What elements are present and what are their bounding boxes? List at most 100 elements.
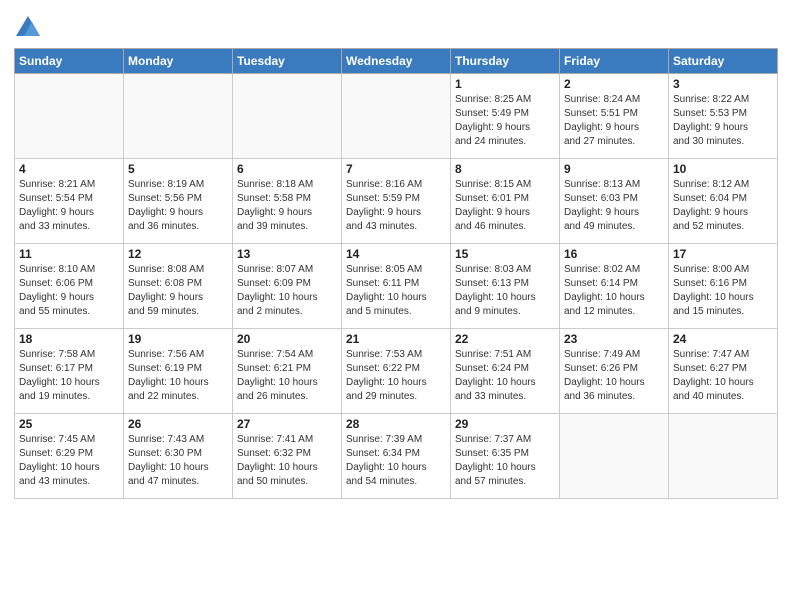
day-number: 11 xyxy=(19,247,119,261)
calendar-week-row: 18 Sunrise: 7:58 AM Sunset: 6:17 PM Dayli… xyxy=(15,329,778,414)
day-number: 14 xyxy=(346,247,446,261)
calendar-cell: 25 Sunrise: 7:45 AM Sunset: 6:29 PM Dayli… xyxy=(15,414,124,499)
calendar-cell: 23Sunrise: 7:49 AM Sunset: 6:26 PM Dayli… xyxy=(560,329,669,414)
calendar-cell: 28 Sunrise: 7:39 AM Sunset: 6:34 PM Dayli… xyxy=(342,414,451,499)
calendar-cell: 11 Sunrise: 8:10 AM Sunset: 6:06 PM Dayli… xyxy=(15,244,124,329)
day-header-sunday: Sunday xyxy=(15,49,124,74)
calendar-cell: 12 Sunrise: 8:08 AM Sunset: 6:08 PM Dayli… xyxy=(124,244,233,329)
cell-info: Sunrise: 8:15 AM Sunset: 6:01 PM Dayligh… xyxy=(455,178,555,234)
logo xyxy=(14,14,46,42)
calendar-cell: 16 Sunrise: 8:02 AM Sunset: 6:14 PM Dayli… xyxy=(560,244,669,329)
day-number: 27 xyxy=(237,417,337,431)
calendar-cell: 21 Sunrise: 7:53 AM Sunset: 6:22 PM Dayli… xyxy=(342,329,451,414)
calendar-cell xyxy=(15,74,124,159)
day-number: 17 xyxy=(673,247,773,261)
calendar-cell xyxy=(669,414,778,499)
cell-info: Sunrise: 7:58 AM Sunset: 6:17 PM Dayligh… xyxy=(19,348,119,404)
day-number: 7 xyxy=(346,162,446,176)
day-number: 20 xyxy=(237,332,337,346)
header xyxy=(14,10,778,42)
cell-info: Sunrise: 7:56 AM Sunset: 6:19 PM Dayligh… xyxy=(128,348,228,404)
calendar-cell: 19 Sunrise: 7:56 AM Sunset: 6:19 PM Dayli… xyxy=(124,329,233,414)
calendar-cell: 15 Sunrise: 8:03 AM Sunset: 6:13 PM Dayli… xyxy=(451,244,560,329)
cell-info: Sunrise: 8:22 AM Sunset: 5:53 PM Dayligh… xyxy=(673,93,773,149)
day-number: 18 xyxy=(19,332,119,346)
cell-info: Sunrise: 8:08 AM Sunset: 6:08 PM Dayligh… xyxy=(128,263,228,319)
day-number: 12 xyxy=(128,247,228,261)
calendar-week-row: 11 Sunrise: 8:10 AM Sunset: 6:06 PM Dayli… xyxy=(15,244,778,329)
cell-info: Sunrise: 8:03 AM Sunset: 6:13 PM Dayligh… xyxy=(455,263,555,319)
day-number: 4 xyxy=(19,162,119,176)
cell-info: Sunrise: 7:54 AM Sunset: 6:21 PM Dayligh… xyxy=(237,348,337,404)
cell-info: Sunrise: 8:24 AM Sunset: 5:51 PM Dayligh… xyxy=(564,93,664,149)
day-number: 8 xyxy=(455,162,555,176)
calendar-cell: 8 Sunrise: 8:15 AM Sunset: 6:01 PM Daylig… xyxy=(451,159,560,244)
day-number: 13 xyxy=(237,247,337,261)
day-header-monday: Monday xyxy=(124,49,233,74)
day-header-tuesday: Tuesday xyxy=(233,49,342,74)
cell-info: Sunrise: 7:39 AM Sunset: 6:34 PM Dayligh… xyxy=(346,433,446,489)
day-number: 28 xyxy=(346,417,446,431)
day-header-friday: Friday xyxy=(560,49,669,74)
day-number: 23 xyxy=(564,332,664,346)
cell-info: Sunrise: 8:07 AM Sunset: 6:09 PM Dayligh… xyxy=(237,263,337,319)
calendar-cell: 24 Sunrise: 7:47 AM Sunset: 6:27 PM Dayli… xyxy=(669,329,778,414)
cell-info: Sunrise: 7:51 AM Sunset: 6:24 PM Dayligh… xyxy=(455,348,555,404)
calendar-cell: 26 Sunrise: 7:43 AM Sunset: 6:30 PM Dayli… xyxy=(124,414,233,499)
page: SundayMondayTuesdayWednesdayThursdayFrid… xyxy=(0,0,792,612)
day-number: 2 xyxy=(564,77,664,91)
cell-info: Sunrise: 7:47 AM Sunset: 6:27 PM Dayligh… xyxy=(673,348,773,404)
calendar-cell: 4 Sunrise: 8:21 AM Sunset: 5:54 PM Daylig… xyxy=(15,159,124,244)
calendar-cell: 22Sunrise: 7:51 AM Sunset: 6:24 PM Dayli… xyxy=(451,329,560,414)
cell-info: Sunrise: 8:18 AM Sunset: 5:58 PM Dayligh… xyxy=(237,178,337,234)
calendar-cell: 1Sunrise: 8:25 AM Sunset: 5:49 PM Daylig… xyxy=(451,74,560,159)
day-number: 5 xyxy=(128,162,228,176)
day-header-thursday: Thursday xyxy=(451,49,560,74)
day-number: 26 xyxy=(128,417,228,431)
cell-info: Sunrise: 8:19 AM Sunset: 5:56 PM Dayligh… xyxy=(128,178,228,234)
cell-info: Sunrise: 8:02 AM Sunset: 6:14 PM Dayligh… xyxy=(564,263,664,319)
calendar-cell: 10Sunrise: 8:12 AM Sunset: 6:04 PM Dayli… xyxy=(669,159,778,244)
calendar-cell xyxy=(233,74,342,159)
day-header-wednesday: Wednesday xyxy=(342,49,451,74)
calendar-cell: 7 Sunrise: 8:16 AM Sunset: 5:59 PM Daylig… xyxy=(342,159,451,244)
day-number: 21 xyxy=(346,332,446,346)
logo-icon xyxy=(14,14,42,42)
day-number: 9 xyxy=(564,162,664,176)
calendar-cell: 18 Sunrise: 7:58 AM Sunset: 6:17 PM Dayli… xyxy=(15,329,124,414)
cell-info: Sunrise: 8:25 AM Sunset: 5:49 PM Dayligh… xyxy=(455,93,555,149)
day-number: 16 xyxy=(564,247,664,261)
calendar-cell: 3Sunrise: 8:22 AM Sunset: 5:53 PM Daylig… xyxy=(669,74,778,159)
calendar-table: SundayMondayTuesdayWednesdayThursdayFrid… xyxy=(14,48,778,499)
cell-info: Sunrise: 7:43 AM Sunset: 6:30 PM Dayligh… xyxy=(128,433,228,489)
cell-info: Sunrise: 8:16 AM Sunset: 5:59 PM Dayligh… xyxy=(346,178,446,234)
day-header-saturday: Saturday xyxy=(669,49,778,74)
day-number: 24 xyxy=(673,332,773,346)
cell-info: Sunrise: 8:05 AM Sunset: 6:11 PM Dayligh… xyxy=(346,263,446,319)
cell-info: Sunrise: 7:45 AM Sunset: 6:29 PM Dayligh… xyxy=(19,433,119,489)
cell-info: Sunrise: 8:00 AM Sunset: 6:16 PM Dayligh… xyxy=(673,263,773,319)
day-number: 29 xyxy=(455,417,555,431)
cell-info: Sunrise: 8:13 AM Sunset: 6:03 PM Dayligh… xyxy=(564,178,664,234)
calendar-cell: 29 Sunrise: 7:37 AM Sunset: 6:35 PM Dayli… xyxy=(451,414,560,499)
calendar-cell: 14 Sunrise: 8:05 AM Sunset: 6:11 PM Dayli… xyxy=(342,244,451,329)
calendar-week-row: 25 Sunrise: 7:45 AM Sunset: 6:29 PM Dayli… xyxy=(15,414,778,499)
calendar-cell: 13 Sunrise: 8:07 AM Sunset: 6:09 PM Dayli… xyxy=(233,244,342,329)
calendar-cell xyxy=(124,74,233,159)
calendar-cell: 20 Sunrise: 7:54 AM Sunset: 6:21 PM Dayli… xyxy=(233,329,342,414)
day-number: 6 xyxy=(237,162,337,176)
cell-info: Sunrise: 8:21 AM Sunset: 5:54 PM Dayligh… xyxy=(19,178,119,234)
day-number: 10 xyxy=(673,162,773,176)
calendar-header-row: SundayMondayTuesdayWednesdayThursdayFrid… xyxy=(15,49,778,74)
calendar-cell: 6 Sunrise: 8:18 AM Sunset: 5:58 PM Daylig… xyxy=(233,159,342,244)
cell-info: Sunrise: 7:53 AM Sunset: 6:22 PM Dayligh… xyxy=(346,348,446,404)
day-number: 25 xyxy=(19,417,119,431)
day-number: 19 xyxy=(128,332,228,346)
cell-info: Sunrise: 7:41 AM Sunset: 6:32 PM Dayligh… xyxy=(237,433,337,489)
calendar-week-row: 1Sunrise: 8:25 AM Sunset: 5:49 PM Daylig… xyxy=(15,74,778,159)
calendar-cell xyxy=(560,414,669,499)
day-number: 15 xyxy=(455,247,555,261)
calendar-cell xyxy=(342,74,451,159)
cell-info: Sunrise: 8:10 AM Sunset: 6:06 PM Dayligh… xyxy=(19,263,119,319)
cell-info: Sunrise: 7:37 AM Sunset: 6:35 PM Dayligh… xyxy=(455,433,555,489)
